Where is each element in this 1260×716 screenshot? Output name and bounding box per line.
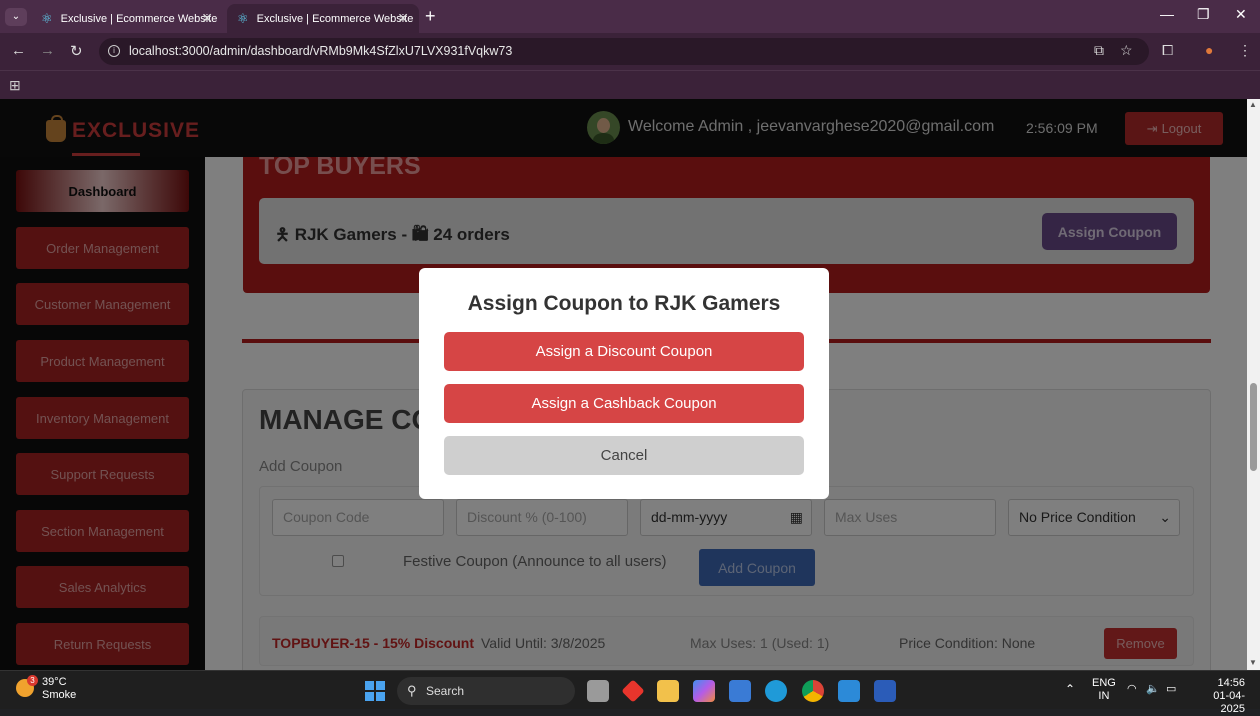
forward-icon[interactable]: → <box>40 42 55 59</box>
menu-icon[interactable]: ⋮ <box>1238 42 1252 59</box>
system-clock[interactable]: 14:56 01-04-2025 <box>1193 677 1245 716</box>
show-hidden-icons[interactable]: ⌃ <box>1065 683 1075 696</box>
browser-tab-bar: ⌄ ⚛ Exclusive | Ecommerce Website ✕ ⚛ Ex… <box>0 0 1260 33</box>
copilot-icon[interactable] <box>693 680 715 702</box>
windows-taskbar: 3 39°C Smoke ⚲ Search ⌃ ENG IN ◠ 🔈 ▭ 14:… <box>0 670 1260 715</box>
reload-icon[interactable]: ↻ <box>70 42 83 60</box>
browser-tab-2[interactable]: ⚛ Exclusive | Ecommerce Website ✕ <box>227 4 419 33</box>
close-tab-icon[interactable]: ✕ <box>201 10 213 27</box>
vscode-icon[interactable] <box>838 680 860 702</box>
extensions-icon[interactable]: ⧠ <box>1162 42 1173 59</box>
back-icon[interactable]: ← <box>11 42 26 59</box>
browser-toolbar: ← → ↻ i localhost:3000/admin/dashboard/v… <box>0 33 1260 70</box>
bookmarks-bar: ⊞ <box>0 70 1260 99</box>
wifi-icon[interactable]: ◠ <box>1127 683 1137 696</box>
tab-title: Exclusive | Ecommerce Website <box>60 12 218 25</box>
minimize-icon[interactable]: — <box>1160 6 1174 22</box>
edge-icon[interactable] <box>765 680 787 702</box>
profile-icon[interactable]: ● <box>1205 42 1213 58</box>
install-app-icon[interactable]: ⧉ <box>1094 42 1104 59</box>
close-window-icon[interactable]: ✕ <box>1235 6 1247 23</box>
search-label: Search <box>426 684 465 698</box>
weather-temp: 39°C <box>42 676 67 688</box>
chrome-icon[interactable] <box>802 680 824 702</box>
volume-icon[interactable]: 🔈 <box>1146 683 1160 696</box>
windows-start-icon[interactable] <box>365 681 385 701</box>
battery-icon[interactable]: ▭ <box>1166 683 1176 696</box>
close-tab-icon[interactable]: ✕ <box>397 10 409 27</box>
apps-grid-icon[interactable]: ⊞ <box>9 77 21 94</box>
tab-search-dropdown-icon[interactable]: ⌄ <box>5 8 27 26</box>
scroll-down-icon[interactable]: ▼ <box>1249 658 1257 667</box>
weather-badge: 3 <box>27 675 38 686</box>
assign-discount-coupon-button[interactable]: Assign a Discount Coupon <box>444 332 804 371</box>
cancel-button[interactable]: Cancel <box>444 436 804 475</box>
scrollbar-thumb[interactable] <box>1250 383 1257 471</box>
address-bar[interactable]: i localhost:3000/admin/dashboard/vRMb9Mk… <box>99 38 1149 65</box>
clock-time: 14:56 <box>1217 677 1245 689</box>
site-info-icon[interactable]: i <box>108 45 120 57</box>
page-scrollbar[interactable]: ▲ ▼ <box>1247 99 1260 670</box>
taskbar-search[interactable]: ⚲ Search <box>397 677 575 705</box>
language-code: ENG <box>1092 677 1116 689</box>
region-code: IN <box>1098 690 1110 702</box>
url-text: localhost:3000/admin/dashboard/vRMb9Mk4S… <box>129 44 513 58</box>
bookmark-star-icon[interactable]: ☆ <box>1120 42 1133 59</box>
scroll-up-icon[interactable]: ▲ <box>1249 100 1257 109</box>
react-favicon-icon: ⚛ <box>41 10 53 26</box>
assign-coupon-modal: Assign Coupon to RJK Gamers Assign a Dis… <box>419 268 829 499</box>
word-icon[interactable] <box>874 680 896 702</box>
browser-tab-1[interactable]: ⚛ Exclusive | Ecommerce Website ✕ <box>31 4 223 33</box>
search-icon: ⚲ <box>407 683 417 698</box>
modal-title: Assign Coupon to RJK Gamers <box>467 292 781 315</box>
weather-desc: Smoke <box>42 689 77 701</box>
restore-icon[interactable]: ❐ <box>1197 6 1210 23</box>
react-favicon-icon: ⚛ <box>237 10 249 26</box>
task-view-icon[interactable] <box>587 680 609 702</box>
assign-cashback-coupon-button[interactable]: Assign a Cashback Coupon <box>444 384 804 423</box>
clock-date: 01-04-2025 <box>1213 690 1245 715</box>
new-tab-icon[interactable]: + <box>425 6 436 27</box>
app-icon-red[interactable] <box>621 679 645 703</box>
file-explorer-icon[interactable] <box>657 680 679 702</box>
language-indicator[interactable]: ENG IN <box>1092 677 1116 703</box>
store-icon[interactable] <box>729 680 751 702</box>
web-page: EXCLUSIVE Welcome Admin , jeevanvarghese… <box>0 99 1247 670</box>
tab-title: Exclusive | Ecommerce Website <box>256 12 414 25</box>
